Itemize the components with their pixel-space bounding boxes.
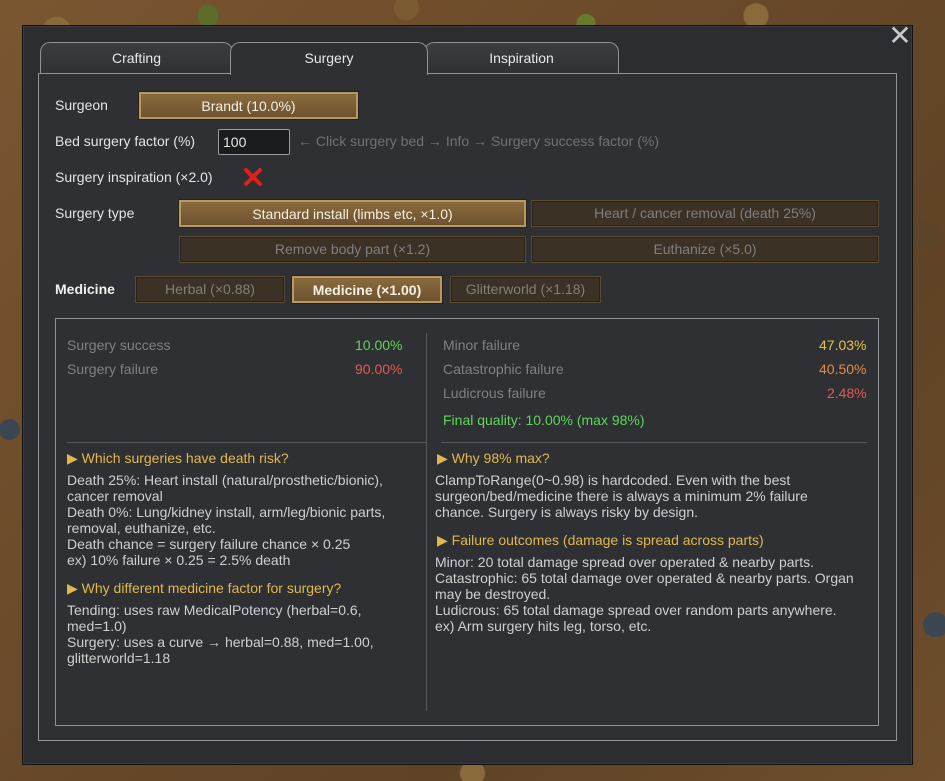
surgery-type-standard-install-button[interactable]: Standard install (limbs etc, ×1.0) xyxy=(179,200,526,227)
why-max-section-toggle[interactable]: ▶ Why 98% max? xyxy=(437,450,550,467)
surgery-type-label: Surgery type xyxy=(55,205,135,221)
catastrophic-failure-label: Catastrophic failure xyxy=(443,361,564,377)
inspiration-checkbox-unchecked-icon[interactable] xyxy=(243,167,263,187)
surgery-success-value: 10.00% xyxy=(355,337,403,353)
results-vertical-divider xyxy=(426,333,427,711)
surgery-failure-value: 90.00% xyxy=(355,361,403,377)
ludicrous-failure-value: 2.48% xyxy=(827,385,867,401)
bed-factor-label: Bed surgery factor (%) xyxy=(55,133,196,149)
medicine-label: Medicine xyxy=(55,281,115,297)
medicine-herbal-button[interactable]: Herbal (×0.88) xyxy=(135,276,285,303)
ludicrous-failure-label: Ludicrous failure xyxy=(443,385,546,401)
death-risk-section-body: Death 25%: Heart install (natural/prosth… xyxy=(67,472,386,568)
surgeon-select-button[interactable]: Brandt (10.0%) xyxy=(139,92,358,119)
surgery-failure-label: Surgery failure xyxy=(67,361,159,377)
minor-failure-value: 47.03% xyxy=(819,337,867,353)
catastrophic-failure-value: 40.50% xyxy=(819,361,867,377)
bed-factor-input[interactable] xyxy=(218,129,290,155)
surgery-type-remove-part-button[interactable]: Remove body part (×1.2) xyxy=(179,236,526,263)
close-icon[interactable]: ✕ xyxy=(888,22,912,50)
failure-outcomes-section-toggle[interactable]: ▶ Failure outcomes (damage is spread acr… xyxy=(437,532,764,549)
surgery-type-heart-cancer-button[interactable]: Heart / cancer removal (death 25%) xyxy=(531,200,879,227)
surgeon-label: Surgeon xyxy=(55,97,108,113)
medicine-factor-section-body: Tending: uses raw MedicalPotency (herbal… xyxy=(67,602,374,666)
medicine-factor-section-toggle[interactable]: ▶ Why different medicine factor for surg… xyxy=(67,580,341,597)
results-right-divider xyxy=(441,442,867,443)
tab-crafting[interactable]: Crafting xyxy=(40,42,233,74)
minor-failure-label: Minor failure xyxy=(443,337,521,353)
surgery-type-euthanize-button[interactable]: Euthanize (×5.0) xyxy=(531,236,879,263)
medicine-normal-button[interactable]: Medicine (×1.00) xyxy=(292,276,442,303)
failure-outcomes-section-body: Minor: 20 total damage spread over opera… xyxy=(435,554,854,634)
medicine-glitterworld-button[interactable]: Glitterworld (×1.18) xyxy=(450,276,601,303)
results-left-divider xyxy=(67,442,426,443)
tab-inspiration[interactable]: Inspiration xyxy=(424,42,619,74)
inspiration-label: Surgery inspiration (×2.0) xyxy=(55,169,213,185)
final-quality-text: Final quality: 10.00% (max 98%) xyxy=(443,412,645,428)
surgery-success-label: Surgery success xyxy=(67,337,171,353)
tab-surgery[interactable]: Surgery xyxy=(230,42,428,75)
why-max-section-body: ClampToRange(0~0.98) is hardcoded. Even … xyxy=(435,472,808,520)
death-risk-section-toggle[interactable]: ▶ Which surgeries have death risk? xyxy=(67,450,289,467)
bed-factor-hint: ← Click surgery bed → Info → Surgery suc… xyxy=(298,133,659,149)
